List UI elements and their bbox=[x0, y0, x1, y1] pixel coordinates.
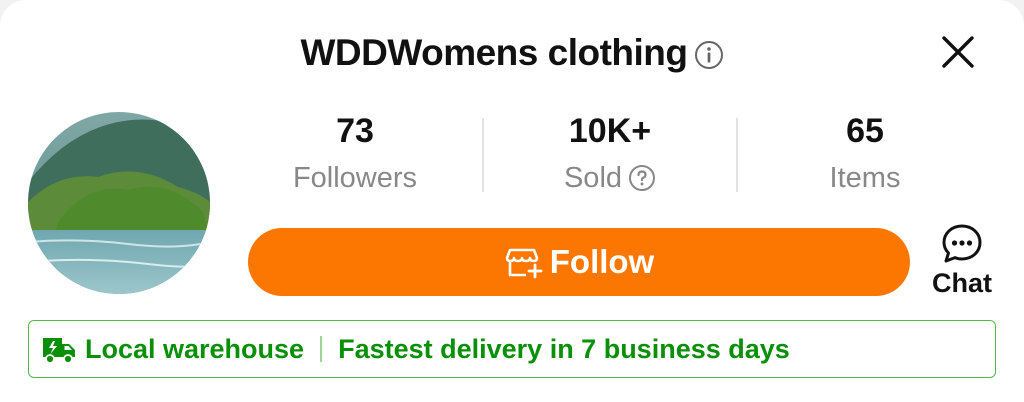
chat-label: Chat bbox=[932, 268, 992, 298]
store-sheet: WDDWomens clothing 73 Followers 10K+ Sol… bbox=[0, 0, 1024, 402]
store-name: WDDWomens clothing bbox=[300, 32, 688, 73]
avatar[interactable] bbox=[28, 112, 210, 294]
chat-bubble-icon bbox=[942, 224, 982, 263]
chat-button[interactable]: Chat bbox=[920, 222, 1004, 302]
store-plus-icon bbox=[504, 242, 544, 282]
stats-divider bbox=[736, 118, 738, 192]
close-button[interactable] bbox=[936, 30, 980, 74]
sold-label-row: Sold bbox=[564, 156, 656, 200]
followers-count: 73 bbox=[336, 112, 374, 150]
store-stats: 73 Followers 10K+ Sold 65 Items bbox=[230, 110, 990, 200]
items-label: Items bbox=[829, 162, 901, 194]
question-icon[interactable] bbox=[628, 164, 656, 192]
stats-divider bbox=[482, 118, 484, 192]
delivery-banner[interactable]: Local warehouse Fastest delivery in 7 bu… bbox=[28, 320, 996, 378]
follow-label: Follow bbox=[549, 243, 655, 280]
store-header: WDDWomens clothing bbox=[0, 28, 1024, 78]
items-count: 65 bbox=[846, 112, 884, 150]
follow-button[interactable]: Follow bbox=[248, 228, 910, 296]
stat-sold[interactable]: 10K+ Sold bbox=[485, 110, 735, 200]
followers-label: Followers bbox=[292, 162, 418, 194]
stat-followers[interactable]: 73 Followers bbox=[230, 110, 480, 200]
info-icon[interactable] bbox=[694, 40, 724, 70]
banner-divider bbox=[320, 336, 323, 362]
stat-items[interactable]: 65 Items bbox=[740, 110, 990, 200]
sold-label: Sold bbox=[563, 162, 623, 194]
close-icon bbox=[942, 36, 974, 68]
truck-icon bbox=[41, 333, 77, 365]
banner-secondary: Fastest delivery in 7 business days bbox=[338, 333, 790, 364]
banner-primary: Local warehouse bbox=[85, 333, 305, 364]
sold-count: 10K+ bbox=[568, 112, 652, 150]
